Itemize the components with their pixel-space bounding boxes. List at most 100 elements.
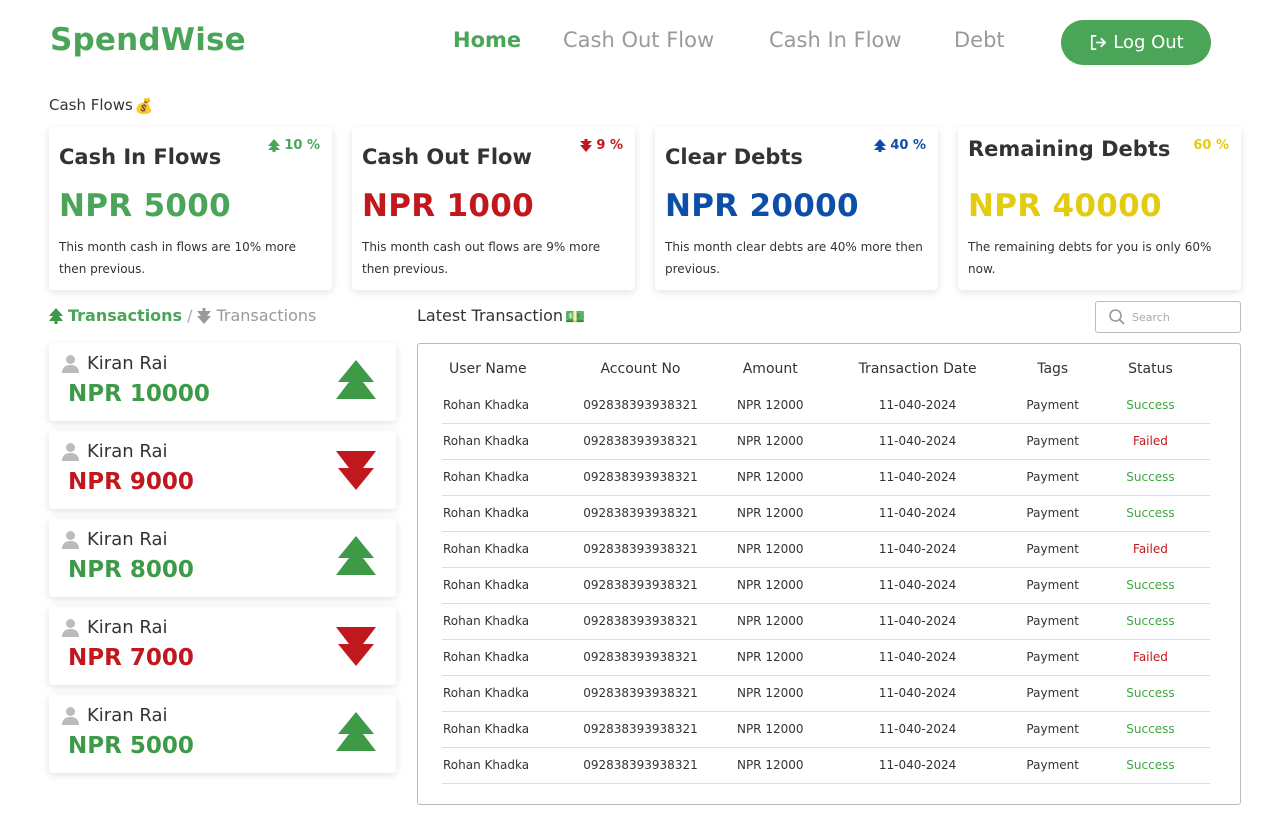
header-transaction-date: Transaction Date: [858, 361, 977, 377]
cell-status: Failed: [1090, 423, 1210, 460]
card-title: Cash In Flows: [59, 145, 222, 169]
cell-account-no: 092838393938321: [561, 387, 720, 424]
nav-debt[interactable]: Debt: [954, 28, 1005, 52]
cell-account-no: 092838393938321: [561, 639, 720, 676]
table-row[interactable]: Rohan Khadka 092838393938321 NPR 12000 11-0…: [442, 603, 1210, 640]
nav-home[interactable]: Home: [453, 28, 521, 52]
cell-user-name: Rohan Khadka: [442, 603, 562, 640]
cell-tags: Payment: [1014, 711, 1091, 748]
cell-user-name: Rohan Khadka: [442, 387, 562, 424]
cell-tags: Payment: [1014, 495, 1091, 532]
cell-transaction-date: 11-040-2024: [820, 423, 1015, 460]
header-tags: Tags: [1037, 361, 1069, 377]
transaction-card[interactable]: Kiran Rai NPR 8000: [49, 519, 396, 597]
cell-tags: Payment: [1014, 639, 1091, 676]
table-row[interactable]: Rohan Khadka 092838393938321 NPR 12000 11-0…: [442, 531, 1210, 568]
transaction-user: Kiran Rai: [61, 441, 168, 462]
table-row[interactable]: Rohan Khadka 092838393938321 NPR 12000 11-0…: [442, 747, 1210, 784]
cell-account-no: 092838393938321: [561, 423, 720, 460]
cell-amount: NPR 12000: [719, 675, 821, 712]
transaction-amount: NPR 5000: [68, 733, 194, 759]
transaction-card[interactable]: Kiran Rai NPR 5000: [49, 695, 396, 773]
table-row[interactable]: Rohan Khadka 092838393938321 NPR 12000 11-0…: [442, 459, 1210, 496]
header-status: Status: [1128, 361, 1173, 377]
arrow-up-icon: [874, 139, 887, 152]
search-box[interactable]: [1095, 301, 1241, 333]
table-row[interactable]: Rohan Khadka 092838393938321 NPR 12000 11-0…: [442, 639, 1210, 676]
nav-cash-in-flow[interactable]: Cash In Flow: [769, 28, 902, 52]
user-icon: [62, 443, 79, 461]
table-row[interactable]: Rohan Khadka 092838393938321 NPR 12000 11-0…: [442, 567, 1210, 604]
cell-transaction-date: 11-040-2024: [820, 747, 1015, 784]
card-percent-badge: 40 %: [874, 138, 926, 153]
app-logo[interactable]: SpendWise: [50, 22, 246, 58]
cell-user-name: Rohan Khadka: [442, 495, 562, 532]
cell-transaction-date: 11-040-2024: [820, 639, 1015, 676]
card-amount: NPR 1000: [362, 188, 535, 224]
cell-tags: Payment: [1014, 603, 1091, 640]
transaction-card[interactable]: Kiran Rai NPR 10000: [49, 343, 396, 421]
table-row[interactable]: Rohan Khadka 092838393938321 NPR 12000 11-0…: [442, 387, 1210, 424]
table-row[interactable]: Rohan Khadka 092838393938321 NPR 12000 11-0…: [442, 423, 1210, 460]
card-clear-debts: Clear Debts 40 % NPR 20000 This month clear…: [655, 127, 938, 290]
cell-user-name: Rohan Khadka: [442, 675, 562, 712]
card-amount: NPR 20000: [665, 188, 859, 224]
card-remaining-debts: Remaining Debts 60 % NPR 40000 The remainin…: [958, 127, 1241, 290]
cell-status: Success: [1090, 711, 1210, 748]
cell-transaction-date: 11-040-2024: [820, 711, 1015, 748]
logout-button[interactable]: Log Out: [1061, 20, 1211, 65]
cell-account-no: 092838393938321: [561, 675, 720, 712]
user-icon: [62, 531, 79, 549]
transaction-amount: NPR 8000: [68, 557, 194, 583]
transaction-user: Kiran Rai: [61, 705, 168, 726]
cell-status: Success: [1090, 459, 1210, 496]
transaction-user-name: Kiran Rai: [87, 441, 168, 462]
transaction-card[interactable]: Kiran Rai NPR 9000: [49, 431, 396, 509]
user-icon: [62, 707, 79, 725]
incoming-transactions-tab[interactable]: Transactions: [68, 306, 182, 325]
money-bag-icon: 💰: [134, 97, 154, 115]
cell-status: Failed: [1090, 639, 1210, 676]
table-row[interactable]: Rohan Khadka 092838393938321 NPR 12000 11-0…: [442, 495, 1210, 532]
table-row[interactable]: Rohan Khadka 092838393938321 NPR 12000 11-0…: [442, 711, 1210, 748]
card-title: Clear Debts: [665, 145, 803, 169]
cell-status: Success: [1090, 495, 1210, 532]
section-title: Cash Flows 💰: [49, 96, 154, 115]
transaction-user-name: Kiran Rai: [87, 529, 168, 550]
cell-transaction-date: 11-040-2024: [820, 603, 1015, 640]
cell-user-name: Rohan Khadka: [442, 711, 562, 748]
transaction-user: Kiran Rai: [61, 353, 168, 374]
card-amount: NPR 40000: [968, 188, 1162, 224]
table-row[interactable]: Rohan Khadka 092838393938321 NPR 12000 11-0…: [442, 675, 1210, 712]
logout-label: Log Out: [1113, 32, 1184, 53]
cell-amount: NPR 12000: [719, 711, 821, 748]
transaction-amount: NPR 9000: [68, 469, 194, 495]
cell-account-no: 092838393938321: [561, 531, 720, 568]
cell-transaction-date: 11-040-2024: [820, 459, 1015, 496]
outgoing-transactions-tab[interactable]: Transactions: [216, 306, 316, 325]
nav-cash-out-flow[interactable]: Cash Out Flow: [563, 28, 714, 52]
transaction-card[interactable]: Kiran Rai NPR 7000: [49, 607, 396, 685]
transaction-amount: NPR 10000: [68, 381, 210, 407]
user-icon: [62, 619, 79, 637]
cell-transaction-date: 11-040-2024: [820, 495, 1015, 532]
card-title: Cash Out Flow: [362, 145, 532, 169]
cell-amount: NPR 12000: [719, 747, 821, 784]
card-title: Remaining Debts: [968, 137, 1171, 161]
cell-status: Success: [1090, 747, 1210, 784]
tab-separator: /: [187, 306, 193, 325]
cell-account-no: 092838393938321: [561, 495, 720, 532]
cell-status: Success: [1090, 675, 1210, 712]
card-description: The remaining debts for you is only 60% …: [968, 240, 1212, 276]
cell-amount: NPR 12000: [719, 387, 821, 424]
card-description: This month cash out flows are 9% more th…: [362, 240, 601, 276]
card-cash-out-flow: Cash Out Flow 9 % NPR 1000 This month cash …: [352, 127, 635, 290]
search-input[interactable]: [1132, 310, 1228, 324]
cell-status: Success: [1090, 603, 1210, 640]
tree-up-icon: [49, 307, 63, 324]
cell-tags: Payment: [1014, 567, 1091, 604]
header-user-name: User Name: [449, 361, 527, 377]
transaction-user-name: Kiran Rai: [87, 617, 168, 638]
cell-amount: NPR 12000: [719, 531, 821, 568]
transaction-user-name: Kiran Rai: [87, 353, 168, 374]
